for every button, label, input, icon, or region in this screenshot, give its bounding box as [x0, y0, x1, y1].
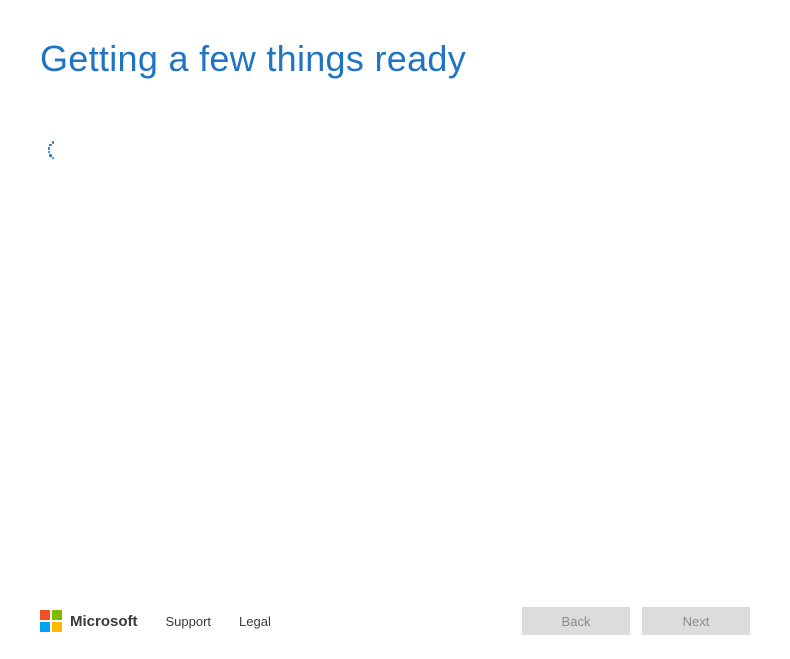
microsoft-logo-icon [40, 610, 62, 632]
header: Getting a few things ready [0, 0, 790, 80]
footer: Microsoft Support Legal Back Next [40, 607, 750, 635]
microsoft-brand: Microsoft [40, 610, 138, 632]
page-title: Getting a few things ready [40, 38, 750, 80]
footer-actions: Back Next [522, 607, 750, 635]
next-button[interactable]: Next [642, 607, 750, 635]
microsoft-name: Microsoft [70, 613, 138, 630]
back-button[interactable]: Back [522, 607, 630, 635]
footer-left: Microsoft Support Legal [40, 610, 271, 632]
support-link[interactable]: Support [166, 614, 212, 629]
legal-link[interactable]: Legal [239, 614, 271, 629]
loading-spinner-icon [48, 140, 66, 158]
